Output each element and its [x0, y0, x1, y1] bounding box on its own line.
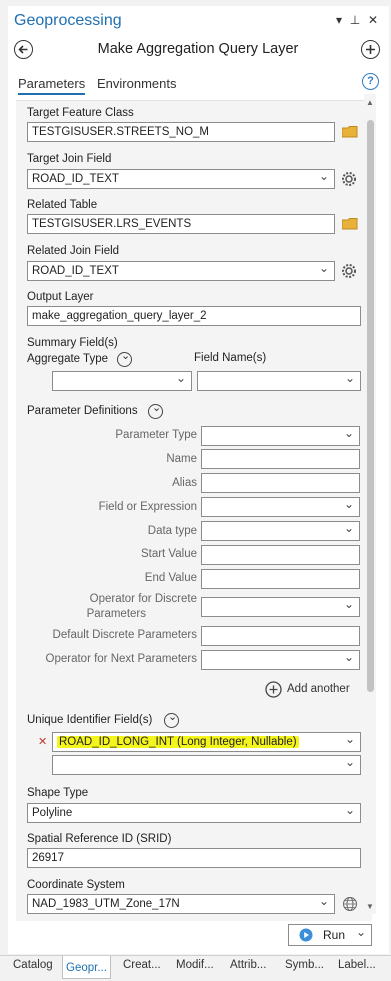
operator-discrete-select[interactable] — [201, 597, 360, 617]
output-layer-label: Output Layer — [27, 291, 94, 303]
folder-icon[interactable] — [342, 126, 358, 138]
name-input[interactable] — [201, 449, 360, 469]
chevron-down-icon[interactable] — [148, 401, 163, 419]
bottom-tab-geoprocessing[interactable]: Geopr... — [62, 956, 111, 979]
parameter-type-select[interactable] — [201, 426, 360, 446]
close-button[interactable]: ✕ — [365, 13, 381, 27]
start-value-input[interactable] — [201, 545, 360, 565]
srid-label: Spatial Reference ID (SRID) — [27, 833, 172, 845]
related-join-field-select[interactable]: ROAD_ID_TEXT — [27, 261, 335, 281]
tool-title: Make Aggregation Query Layer — [97, 41, 299, 57]
default-discrete-input[interactable] — [201, 626, 360, 646]
tab-parameters[interactable]: Parameters — [18, 76, 86, 95]
related-table-label: Related Table — [27, 199, 98, 211]
parameter-type-label: Parameter Type — [115, 429, 197, 441]
globe-icon[interactable] — [342, 896, 358, 912]
chevron-down-icon[interactable] — [164, 710, 179, 728]
aggregate-type-select[interactable] — [52, 371, 192, 391]
remove-icon[interactable]: ✕ — [38, 735, 47, 748]
alias-label: Alias — [172, 477, 197, 489]
bottom-tab-bar: Catalog Geopr... Creat... Modif... Attri… — [0, 955, 391, 981]
gear-icon[interactable] — [341, 171, 357, 187]
gear-icon[interactable] — [341, 263, 357, 279]
shape-type-label: Shape Type — [27, 787, 89, 799]
field-names-label: Field Name(s) — [194, 352, 267, 364]
bottom-tab-labeling[interactable]: Label... — [338, 959, 376, 971]
parameter-definitions-label: Parameter Definitions — [27, 405, 138, 417]
operator-discrete-label-line2: Parameters — [86, 608, 146, 620]
pane-menu-button[interactable]: ▾ — [331, 13, 347, 27]
unique-identifier-label: Unique Identifier Field(s) — [27, 714, 153, 726]
scroll-up-icon[interactable]: ▲ — [366, 98, 374, 107]
bottom-tab-catalog[interactable]: Catalog — [13, 959, 53, 971]
operator-next-label: Operator for Next Parameters — [45, 653, 197, 665]
data-type-label: Data type — [147, 525, 197, 537]
run-button[interactable]: Run ⌄ — [288, 924, 372, 946]
play-icon — [299, 928, 313, 942]
add-button[interactable] — [361, 40, 380, 59]
chevron-down-icon[interactable]: ⌄ — [356, 925, 366, 939]
bottom-tab-symbology[interactable]: Symb... — [285, 959, 324, 971]
field-names-select[interactable] — [197, 371, 361, 391]
field-or-expression-label: Field or Expression — [98, 501, 197, 513]
scrollbar[interactable]: ▲ ▼ — [364, 94, 376, 914]
output-layer-input[interactable]: make_aggregation_query_layer_2 — [27, 306, 361, 326]
unique-identifier-value: ROAD_ID_LONG_INT (Long Integer, Nullable… — [57, 736, 299, 748]
plus-icon — [366, 45, 375, 54]
field-or-expression-select[interactable] — [201, 497, 360, 517]
coordinate-system-select[interactable]: NAD_1983_UTM_Zone_17N — [27, 894, 335, 914]
summary-fields-label: Summary Field(s) — [27, 337, 118, 349]
aggregate-type-label: Aggregate Type — [27, 353, 108, 365]
chevron-down-icon[interactable] — [117, 349, 132, 367]
target-join-field-select[interactable]: ROAD_ID_TEXT — [27, 169, 335, 189]
data-type-select[interactable] — [201, 521, 360, 541]
srid-input[interactable]: 26917 — [27, 848, 361, 868]
pane-title: Geoprocessing — [14, 12, 122, 29]
scroll-down-icon[interactable]: ▼ — [366, 902, 374, 911]
pin-button[interactable]: ⊥ — [347, 13, 363, 27]
end-value-label: End Value — [144, 572, 197, 584]
target-feature-class-input[interactable]: TESTGISUSER.STREETS_NO_M — [27, 122, 335, 142]
operator-next-select[interactable] — [201, 650, 360, 670]
shape-type-select[interactable]: Polyline — [27, 803, 361, 823]
related-table-input[interactable]: TESTGISUSER.LRS_EVENTS — [27, 214, 335, 234]
bottom-tab-attributes[interactable]: Attrib... — [230, 959, 266, 971]
plus-circle-icon — [265, 681, 282, 698]
operator-discrete-label-line1: Operator for Discrete — [89, 593, 197, 605]
coordinate-system-label: Coordinate System — [27, 879, 125, 891]
unique-identifier-select-empty[interactable] — [52, 755, 361, 775]
target-join-field-label: Target Join Field — [27, 153, 112, 165]
default-discrete-label: Default Discrete Parameters — [52, 629, 197, 641]
scrollbar-thumb[interactable] — [367, 120, 374, 692]
add-another-label: Add another — [287, 683, 350, 695]
name-label: Name — [166, 453, 197, 465]
bottom-tab-create[interactable]: Creat... — [123, 959, 161, 971]
end-value-input[interactable] — [201, 569, 360, 589]
parameters-panel: Target Feature Class TESTGISUSER.STREETS… — [16, 100, 372, 921]
unique-identifier-select[interactable]: ROAD_ID_LONG_INT (Long Integer, Nullable… — [52, 732, 361, 752]
back-button[interactable] — [14, 40, 33, 59]
run-label: Run — [323, 928, 346, 942]
target-feature-class-label: Target Feature Class — [27, 107, 134, 119]
start-value-label: Start Value — [140, 548, 197, 560]
bottom-tab-modify[interactable]: Modif... — [176, 959, 214, 971]
help-icon[interactable]: ? — [362, 73, 379, 90]
folder-icon[interactable] — [342, 218, 358, 230]
arrow-left-icon — [18, 45, 28, 54]
alias-input[interactable] — [201, 473, 360, 493]
related-join-field-label: Related Join Field — [27, 245, 120, 257]
tab-environments[interactable]: Environments — [97, 76, 176, 91]
